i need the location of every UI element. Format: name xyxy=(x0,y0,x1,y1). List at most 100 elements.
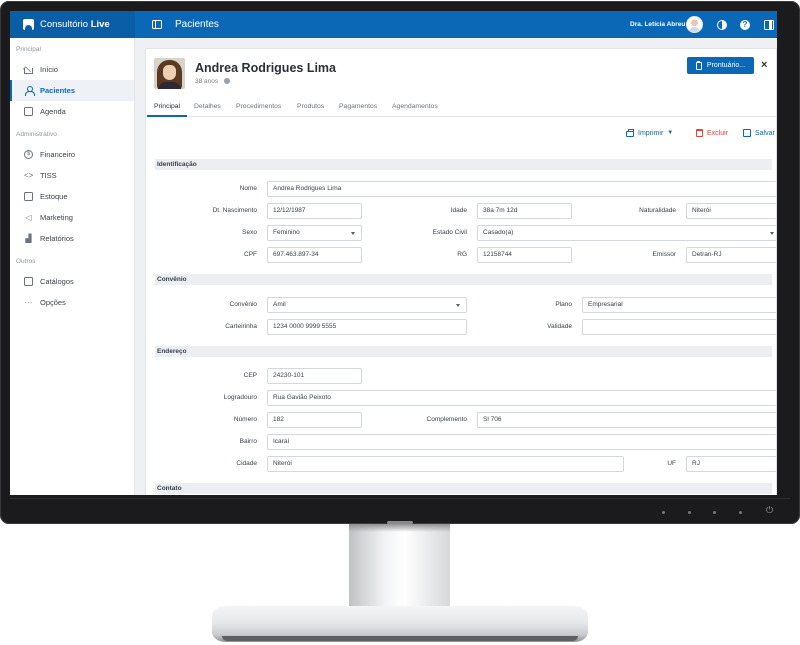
estado-civil-label: Estado Civil xyxy=(432,229,467,236)
numero-label: Número xyxy=(233,416,257,423)
cidade-field[interactable]: Niterói xyxy=(267,456,624,472)
nome-label: Nome xyxy=(239,185,257,192)
sidebar-item-label: Início xyxy=(40,65,58,74)
patient-photo xyxy=(154,58,185,89)
brand-name: Consultório Live xyxy=(40,19,110,30)
power-icon: ⏻ xyxy=(765,505,774,515)
monitor-chin-divider xyxy=(10,498,790,499)
info-icon[interactable] xyxy=(224,78,230,84)
sidebar-item-catalogos[interactable]: Catálogos xyxy=(10,271,134,292)
sidebar-section-title: Outros xyxy=(16,258,36,265)
tab-principal[interactable]: Principal xyxy=(147,98,188,117)
close-icon[interactable]: × xyxy=(761,59,767,71)
numero-field[interactable]: 182 xyxy=(267,412,362,428)
sidebar-item-label: Agenda xyxy=(40,107,66,116)
help-icon[interactable]: ? xyxy=(740,20,750,30)
rg-field[interactable]: 12158744 xyxy=(477,247,572,263)
sidebar-item-label: Marketing xyxy=(40,213,73,222)
dt-nascimento-field[interactable]: 12/12/1987 xyxy=(267,203,362,219)
print-button[interactable]: Imprimir ▼ xyxy=(626,127,673,139)
logo-icon xyxy=(23,19,34,30)
sidebar-item-tiss[interactable]: <> TISS xyxy=(10,165,134,186)
save-button[interactable]: Salvar xyxy=(743,127,775,139)
complemento-field[interactable]: Sl 706 xyxy=(477,412,776,428)
section-identificacao: Identificação xyxy=(155,159,772,170)
cep-field[interactable]: 24230-101 xyxy=(267,368,362,384)
rg-label: RG xyxy=(457,251,467,258)
emissor-label: Emissor xyxy=(652,251,676,258)
delete-button[interactable]: Excluir xyxy=(696,127,728,139)
sidebar-item-label: Financeiro xyxy=(40,150,76,159)
monitor-stand-base-edge xyxy=(222,636,578,641)
tab-produtos[interactable]: Produtos xyxy=(290,98,331,117)
estado-civil-select[interactable]: Casado(a) xyxy=(477,225,776,241)
clipboard-icon xyxy=(695,60,702,70)
tab-agendamentos[interactable]: Agendamentos xyxy=(385,98,445,117)
naturalidade-label: Naturalidade xyxy=(639,207,676,214)
idade-field[interactable]: 38a 7m 12d xyxy=(477,203,572,219)
monitor-button xyxy=(713,511,716,514)
patient-name: Andrea Rodrigues Lima xyxy=(195,61,336,75)
sidebar-toggle-icon[interactable] xyxy=(152,20,162,29)
sexo-select[interactable]: Feminino xyxy=(267,225,362,241)
logradouro-field[interactable]: Rua Gavião Peixoto xyxy=(267,390,776,406)
save-icon xyxy=(743,129,751,137)
uf-field[interactable]: RJ xyxy=(686,456,776,472)
sidebar-item-label: Relatórios xyxy=(40,234,74,243)
validade-label: Validade xyxy=(547,323,572,330)
cpf-label: CPF xyxy=(244,251,257,258)
convenio-select[interactable]: Amil xyxy=(267,297,467,313)
sidebar-section-title: Principal xyxy=(16,46,41,53)
sidebar-item-financeiro[interactable]: $ Financeiro xyxy=(10,144,134,165)
sidebar-section-title: Administrativo xyxy=(16,131,57,138)
dt-nascimento-label: Dt. Nascimento xyxy=(212,207,257,214)
sidebar-item-label: Pacientes xyxy=(40,86,76,95)
sexo-label: Sexo xyxy=(242,229,257,236)
naturalidade-field[interactable]: Niterói xyxy=(686,203,776,219)
theme-toggle-icon[interactable] xyxy=(717,20,727,30)
right-panel-icon[interactable] xyxy=(764,20,774,30)
cidade-label: Cidade xyxy=(236,460,257,467)
logradouro-label: Logradouro xyxy=(223,394,257,401)
sidebar-item-agenda[interactable]: Agenda xyxy=(10,101,134,122)
plano-field[interactable]: Empresarial xyxy=(582,297,776,313)
code-icon: <> xyxy=(24,171,34,180)
user-icon xyxy=(24,86,35,96)
cpf-field[interactable]: 697.463.897-34 xyxy=(267,247,362,263)
sidebar-item-opcoes[interactable]: ··· Opções xyxy=(10,292,134,313)
user-name[interactable]: Dra. Letícia Abreu xyxy=(630,21,685,28)
monitor-stand-neck xyxy=(349,524,450,612)
tab-detalhes[interactable]: Detalhes xyxy=(187,98,228,117)
more-icon: ··· xyxy=(24,298,33,307)
section-contato: Contato xyxy=(155,483,772,494)
bairro-field[interactable]: Icaraí xyxy=(267,434,776,450)
nome-field[interactable]: Andrea Rodrigues Lima xyxy=(267,181,776,197)
sidebar-item-label: Catálogos xyxy=(40,277,74,286)
sidebar-item-label: TISS xyxy=(40,171,57,180)
carteirinha-field[interactable]: 1234 0000 9999 5555 xyxy=(267,319,467,335)
sidebar-item-marketing[interactable]: ◁ Marketing xyxy=(10,207,134,228)
page-title: Pacientes xyxy=(175,19,219,30)
emissor-field[interactable]: Detran-RJ xyxy=(686,247,776,263)
section-endereco: Endereço xyxy=(155,346,772,357)
tab-pagamentos[interactable]: Pagamentos xyxy=(332,98,384,117)
brand[interactable]: Consultório Live xyxy=(10,11,135,38)
sidebar-item-label: Opções xyxy=(40,298,66,307)
sidebar-item-estoque[interactable]: Estoque xyxy=(10,186,134,207)
sidebar: Principal Início Pacientes Agenda Admini… xyxy=(10,38,135,495)
calendar-icon xyxy=(24,107,33,116)
monitor-button xyxy=(739,511,742,514)
convenio-label: Convênio xyxy=(229,301,257,308)
validade-field[interactable] xyxy=(582,319,776,335)
sidebar-item-relatorios[interactable]: ▟ Relatórios xyxy=(10,228,134,249)
trash-icon xyxy=(696,129,703,137)
cep-label: CEP xyxy=(243,372,257,379)
home-icon xyxy=(24,68,33,74)
monitor-button xyxy=(688,511,691,514)
sidebar-item-inicio[interactable]: Início xyxy=(10,59,134,80)
tab-procedimentos[interactable]: Procedimentos xyxy=(229,98,288,117)
avatar[interactable] xyxy=(686,16,703,33)
sidebar-item-pacientes[interactable]: Pacientes xyxy=(10,80,134,101)
section-convenio: Convênio xyxy=(155,274,772,285)
prontuario-button[interactable]: Prontuário... xyxy=(687,57,754,74)
